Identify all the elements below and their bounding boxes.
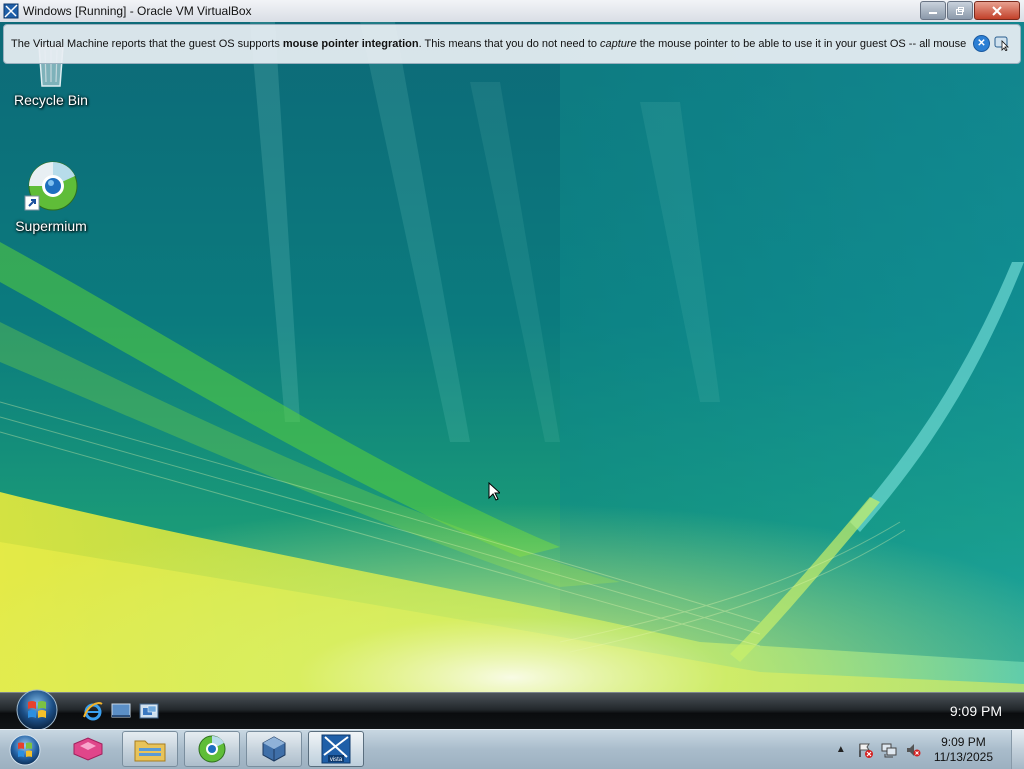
virtualbox-icon xyxy=(262,736,286,762)
taskbar-supermium[interactable] xyxy=(184,731,240,767)
taskbar-xbox-app[interactable] xyxy=(60,731,116,767)
window-title: Windows [Running] - Oracle VM VirtualBox xyxy=(23,4,252,18)
system-tray: ▲ 9:09 PM 11/13/2025 xyxy=(832,730,1024,769)
taskbar-vista-vm[interactable]: vista xyxy=(308,731,364,767)
file-explorer-icon xyxy=(134,740,166,762)
host-titlebar: Windows [Running] - Oracle VM VirtualBox xyxy=(0,0,1024,23)
guest-taskbar: 9:09 PM xyxy=(0,689,1024,731)
mouse-integration-toggle-icon[interactable] xyxy=(994,35,1012,51)
host-start-button-icon[interactable] xyxy=(6,731,44,768)
mouse-integration-notification: The Virtual Machine reports that the gue… xyxy=(3,24,1021,64)
guest-start-orb-icon[interactable] xyxy=(11,688,63,732)
close-button[interactable] xyxy=(974,1,1020,20)
action-center-flag-icon xyxy=(859,743,873,758)
window-controls xyxy=(919,1,1020,20)
svg-text:vista: vista xyxy=(330,757,343,763)
notification-text-1: The Virtual Machine reports that the gue… xyxy=(11,38,283,50)
tray-volume[interactable] xyxy=(904,742,922,758)
guest-clock[interactable]: 9:09 PM xyxy=(950,703,1002,719)
mouse-cursor-icon xyxy=(488,482,500,501)
internet-explorer-icon[interactable] xyxy=(82,701,104,721)
show-desktop-button[interactable] xyxy=(1011,730,1024,769)
virtualbox-app-icon xyxy=(3,3,19,19)
notification-text-3: the mouse pointer to be able to use it i… xyxy=(636,38,967,50)
show-desktop-icon[interactable] xyxy=(110,701,132,721)
host-taskbar: vista ▲ 9:09 PM 11/13/2025 xyxy=(0,729,1024,769)
desktop-icon-supermium[interactable]: Supermium xyxy=(3,160,99,234)
host-clock-date: 11/13/2025 xyxy=(933,749,993,764)
guest-desktop[interactable]: Recycle Bin Supermium xyxy=(0,22,1024,692)
notification-text-italic: capture xyxy=(600,38,637,50)
taskbar-file-explorer[interactable] xyxy=(122,731,178,767)
chevron-up-icon: ▲ xyxy=(835,744,846,755)
restore-icon xyxy=(956,6,964,15)
close-icon: ✕ xyxy=(977,38,986,49)
desktop-wallpaper xyxy=(0,22,1024,692)
host-clock[interactable]: 9:09 PM 11/13/2025 xyxy=(934,735,993,765)
show-hidden-icons-button[interactable]: ▲ xyxy=(832,742,850,758)
notification-text-bold: mouse pointer integration xyxy=(282,38,419,50)
host-clock-time: 9:09 PM xyxy=(941,734,986,749)
notification-message: The Virtual Machine reports that the gue… xyxy=(11,38,971,50)
tray-network[interactable] xyxy=(880,742,898,758)
notification-text-2: . This means that you do not need to xyxy=(418,38,600,50)
notification-close-button[interactable]: ✕ xyxy=(973,35,990,52)
taskbar-virtualbox[interactable] xyxy=(246,731,302,767)
restore-button[interactable] xyxy=(947,1,973,20)
desktop-icon-label: Supermium xyxy=(15,218,87,234)
supermium-icon xyxy=(198,735,226,763)
quick-launch xyxy=(82,701,166,721)
xbox-app-icon xyxy=(73,737,103,761)
volume-muted-icon xyxy=(906,743,921,756)
switch-windows-icon[interactable] xyxy=(138,701,160,721)
tray-action-center[interactable] xyxy=(856,742,874,758)
supermium-icon xyxy=(24,161,78,211)
network-icon xyxy=(881,743,897,757)
vista-vm-icon: vista xyxy=(321,734,351,764)
close-icon xyxy=(992,5,1002,16)
desktop-icon-label: Recycle Bin xyxy=(14,92,88,108)
minimize-button[interactable] xyxy=(920,1,946,20)
minimize-icon xyxy=(929,11,937,14)
